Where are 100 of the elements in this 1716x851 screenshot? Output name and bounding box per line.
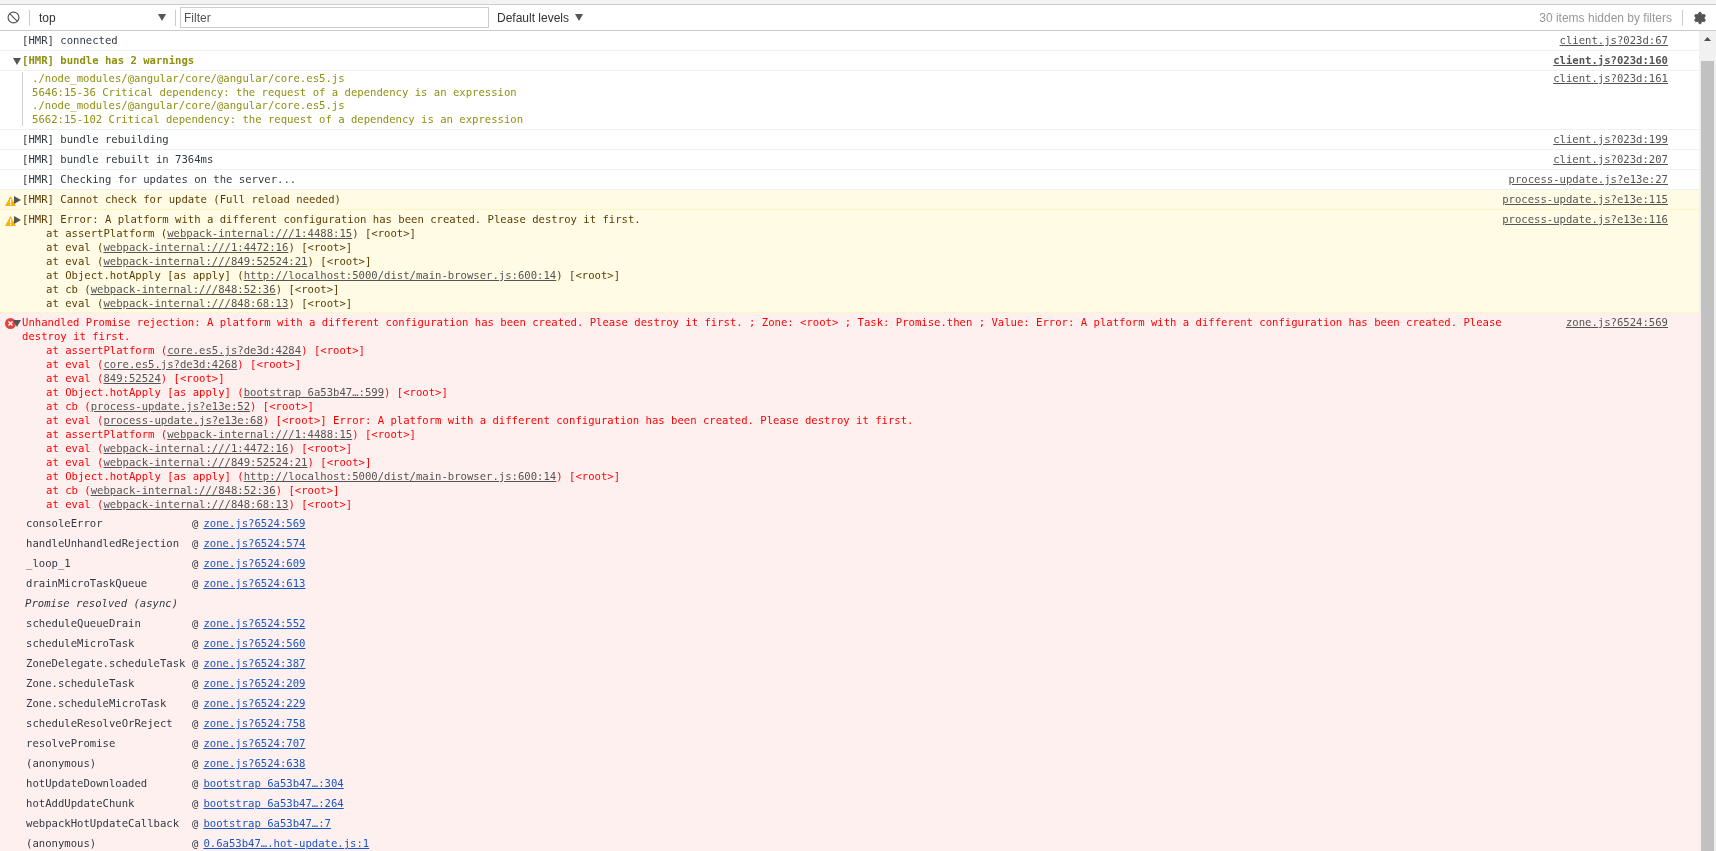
expanded-triangle-icon[interactable] — [13, 319, 21, 327]
stack-frame-text: at eval ( — [46, 358, 104, 370]
function-name: scheduleResolveOrReject — [26, 716, 174, 732]
source-link[interactable]: client.js?023d:199 — [1553, 132, 1668, 147]
at-sign: @ — [192, 676, 199, 692]
stack-frame-link[interactable]: http://localhost:5000/dist/main-browser.js:600:14 — [243, 269, 557, 281]
stack-frame-text: at eval ( — [46, 414, 104, 426]
scroll-up-arrow-icon[interactable] — [1704, 37, 1711, 41]
trace-source-link[interactable]: zone.js?6524:574 — [203, 536, 306, 552]
trace-source-link[interactable]: bootstrap 6a53b47…:7 — [203, 816, 331, 832]
function-name: drainMicroTaskQueue — [26, 576, 149, 592]
stack-frame-link[interactable]: http://localhost:5000/dist/main-browser.js:600:14 — [243, 470, 557, 482]
stack-frame-text: at cb ( — [46, 484, 91, 496]
stack-frame-link[interactable]: process-update.js?e13e:52 — [90, 400, 251, 412]
stack-frame-text: at eval ( — [46, 241, 104, 253]
collapsed-triangle-icon[interactable] — [13, 196, 21, 204]
console-message: [HMR] bundle rebuilt in 7364ms — [22, 152, 215, 166]
console-message: [HMR] Checking for updates on the server... — [22, 172, 298, 186]
stack-frame-link[interactable]: webpack-internal:///1:4472:16 — [103, 241, 289, 253]
at-sign: @ — [192, 536, 199, 552]
trace-source-link[interactable]: zone.js?6524:609 — [203, 556, 306, 572]
levels-dropdown[interactable]: Default levels — [497, 8, 584, 27]
at-sign: @ — [192, 776, 199, 792]
dropdown-caret-icon — [575, 14, 584, 21]
stack-frame-text: ) [<root>] — [301, 344, 365, 356]
stack-frame-text: ) [<root>] — [288, 241, 353, 253]
context-dropdown[interactable]: top — [39, 8, 171, 27]
stack-frame-link[interactable]: core.es5.js?de3d:4268 — [103, 358, 238, 370]
stack-frame-text: at Object.hotApply [as apply] ( — [46, 470, 244, 482]
expanded-triangle-icon[interactable] — [13, 57, 21, 65]
stack-frame-text: ) [<root>] — [307, 456, 372, 468]
stack-frame-link[interactable]: webpack-internal:///1:4488:15 — [167, 227, 353, 239]
stack-frame-text: ) [<root>] — [556, 470, 621, 482]
source-link[interactable]: client.js?023d:160 — [1553, 53, 1668, 68]
stack-frame-link[interactable]: webpack-internal:///848:52:36 — [90, 283, 276, 295]
stack-frame-text: ) [<root>] Error: A platform with a different configuration has been created. Please destroy it first. — [262, 414, 914, 426]
at-sign: @ — [192, 516, 199, 532]
clear-console-icon[interactable] — [7, 11, 20, 24]
at-sign: @ — [192, 636, 199, 652]
settings-icon[interactable] — [1693, 10, 1707, 25]
stack-frame-text: ) [<root>] — [556, 269, 621, 281]
hidden-items-count: 30 items hidden by filters — [1539, 9, 1672, 27]
console-message: Unhandled Promise rejection: A platform with a different configuration has been created. Please destroy it first. ; Zone: <root> ; Task: Promise.then ; Value: Error: A platform with a different configuration has been created. Please destroy it first. — [22, 315, 1503, 343]
filter-field[interactable]: Filter — [180, 7, 489, 28]
stack-frame-link[interactable]: process-update.js?e13e:68 — [103, 414, 263, 426]
source-link[interactable]: process-update.js?e13e:116 — [1502, 212, 1668, 227]
stack-frame-link[interactable]: core.es5.js?de3d:4284 — [167, 344, 302, 356]
trace-source-link[interactable]: bootstrap 6a53b47…:264 — [203, 796, 344, 812]
stack-frame-text: ) [<root>] — [275, 484, 340, 496]
source-link[interactable]: process-update.js?e13e:115 — [1502, 192, 1668, 207]
function-name: resolvePromise — [26, 736, 117, 752]
trace-source-link[interactable]: bootstrap 6a53b47…:304 — [203, 776, 344, 792]
stack-frame-link[interactable]: webpack-internal:///1:4488:15 — [167, 428, 353, 440]
function-name: scheduleQueueDrain — [26, 616, 142, 632]
scrollbar[interactable] — [1699, 31, 1716, 851]
stack-frame-link[interactable]: webpack-internal:///1:4472:16 — [103, 442, 289, 454]
stack-frame-text: ) [<root>] — [352, 227, 416, 239]
function-name: consoleError — [26, 516, 104, 532]
stack-frame-link[interactable]: bootstrap 6a53b47…:599 — [243, 386, 385, 398]
scrollbar-thumb[interactable] — [1701, 61, 1714, 851]
function-name: (anonymous) — [26, 836, 98, 851]
console-message: [HMR] Cannot check for update (Full reload needed) — [22, 192, 342, 206]
dropdown-caret-icon — [158, 14, 166, 21]
at-sign: @ — [192, 696, 199, 712]
trace-source-link[interactable]: zone.js?6524:209 — [203, 676, 306, 692]
trace-source-link[interactable]: zone.js?6524:229 — [203, 696, 306, 712]
stack-frame-link[interactable]: webpack-internal:///848:68:13 — [103, 498, 289, 510]
stack-frame-link[interactable]: 849:52524 — [103, 372, 161, 384]
source-link[interactable]: client.js?023d:207 — [1553, 152, 1668, 167]
trace-source-link[interactable]: zone.js?6524:707 — [203, 736, 306, 752]
trace-source-link[interactable]: zone.js?6524:552 — [203, 616, 306, 632]
at-sign: @ — [192, 796, 199, 812]
stack-frame-text: ) [<root>] — [288, 498, 353, 510]
trace-source-link[interactable]: zone.js?6524:569 — [203, 516, 306, 532]
source-link[interactable]: client.js?023d:161 — [1553, 71, 1668, 86]
trace-source-link[interactable]: zone.js?6524:613 — [203, 576, 306, 592]
function-name: ZoneDelegate.scheduleTask — [26, 656, 187, 672]
function-name: Zone.scheduleTask — [26, 676, 136, 692]
trace-source-link[interactable]: zone.js?6524:560 — [203, 636, 306, 652]
stack-frame-link[interactable]: webpack-internal:///848:68:13 — [103, 297, 289, 309]
source-link[interactable]: zone.js?6524:569 — [1565, 315, 1668, 330]
trace-source-link[interactable]: zone.js?6524:387 — [203, 656, 306, 672]
function-name: webpackHotUpdateCallback — [26, 816, 181, 832]
warning-icon — [5, 196, 16, 206]
trace-source-link[interactable]: 0.6a53b47….hot-update.js:1 — [203, 836, 370, 851]
trace-source-link[interactable]: zone.js?6524:638 — [203, 756, 306, 772]
trace-source-link[interactable]: zone.js?6524:758 — [203, 716, 306, 732]
source-link[interactable]: client.js?023d:67 — [1559, 33, 1668, 48]
stack-frame-text: at eval ( — [46, 372, 104, 384]
stack-frame-link[interactable]: webpack-internal:///848:52:36 — [90, 484, 276, 496]
stack-frame-link[interactable]: webpack-internal:///849:52524:21 — [103, 255, 308, 267]
stack-frame-text: at cb ( — [46, 283, 91, 295]
warning-line: 5662:15-102 Critical dependency: the request of a dependency is an expression — [32, 112, 525, 126]
stack-frame-link[interactable]: webpack-internal:///849:52524:21 — [103, 456, 308, 468]
function-name: hotAddUpdateChunk — [26, 796, 136, 812]
stack-frame-text: ) [<root>] — [384, 386, 448, 398]
source-link[interactable]: process-update.js?e13e:27 — [1508, 172, 1668, 187]
collapsed-triangle-icon[interactable] — [13, 216, 21, 224]
stack-frame-text: ) [<root>] — [275, 283, 340, 295]
at-sign: @ — [192, 556, 199, 572]
